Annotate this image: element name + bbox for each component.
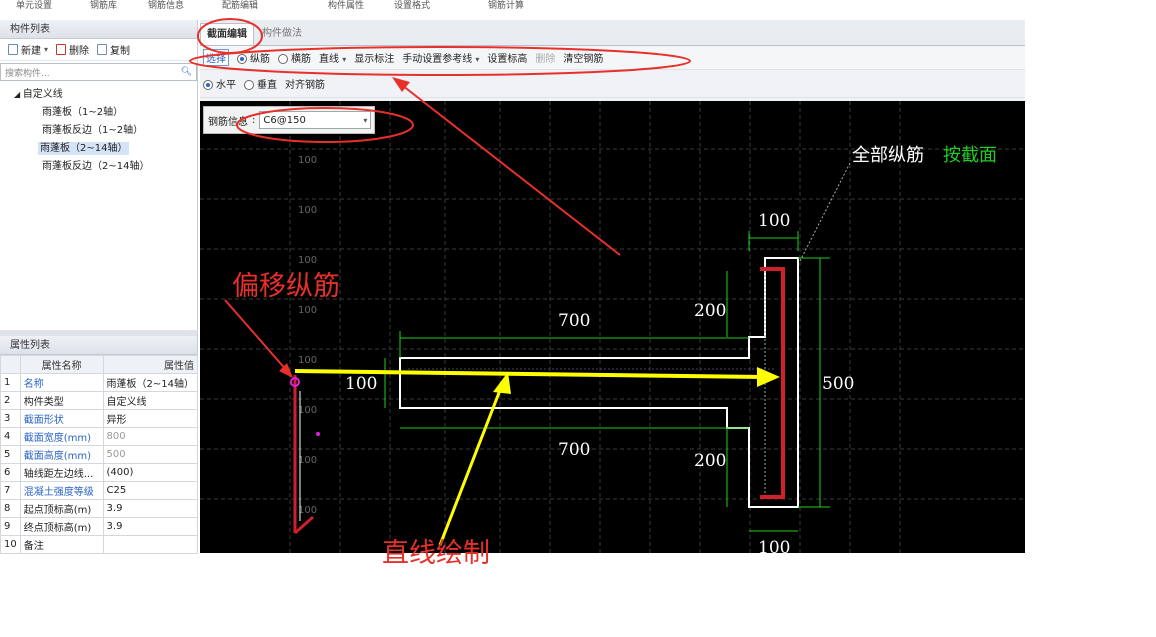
- annotation-oval-tab: [197, 18, 263, 54]
- offset-rebar-caption: 偏移纵筋: [232, 271, 340, 302]
- annotation-arrow-line: [397, 81, 621, 256]
- line-draw-arrow: [438, 384, 504, 546]
- line-draw-caption: 直线绘制: [382, 538, 490, 569]
- offset-arrow-line: [224, 299, 289, 373]
- annotation-oval-toolbar: [189, 46, 691, 76]
- line-draw-arrow-head: [493, 372, 511, 394]
- annotation-overlay: 偏移纵筋 直线绘制: [189, 18, 691, 569]
- annotation-oval-rebar: [236, 107, 414, 143]
